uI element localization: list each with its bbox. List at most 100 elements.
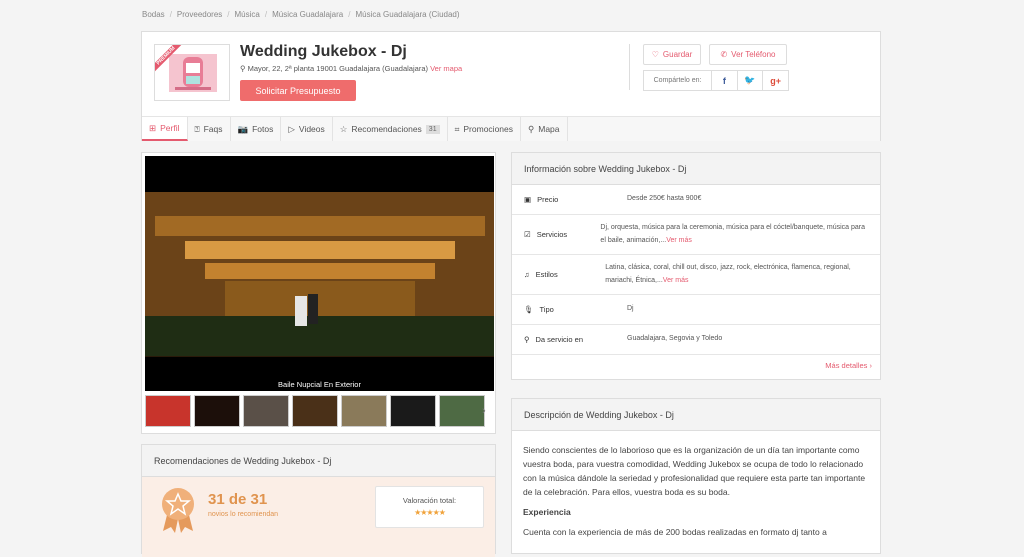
tab-label: Perfil <box>160 123 180 133</box>
more-details-link[interactable]: Más detalles › <box>825 361 872 370</box>
facebook-icon[interactable]: f <box>711 71 737 90</box>
tab-recomendaciones[interactable]: ☆ Recomendaciones 31 <box>333 117 448 141</box>
phone-button[interactable]: ✆ Ver Teléfono <box>709 44 787 65</box>
info-label: Tipo <box>539 305 554 314</box>
info-row: ⚲ Da servicio en Guadalajara, Segovia y T… <box>512 325 880 355</box>
breadcrumb-item[interactable]: Proveedores <box>177 10 222 19</box>
share-label: Compártelo en: <box>653 77 702 84</box>
info-row: ♫ Estilos Latina, clásica, coral, chill o… <box>512 255 880 295</box>
camera-icon: 📷 <box>237 123 249 134</box>
info-value: Dj, orquesta, música para la ceremonia, … <box>600 224 865 244</box>
phone-label: Ver Teléfono <box>731 50 776 59</box>
info-row: ▣ Precio Desde 250€ hasta 900€ <box>512 185 880 215</box>
description-panel: Descripción de Wedding Jukebox - Dj Sien… <box>511 398 881 554</box>
tab-promociones[interactable]: ⌗ Promociones <box>448 117 521 141</box>
thumbnail[interactable] <box>145 395 191 427</box>
music-icon: ♫ <box>524 270 530 279</box>
divider <box>629 44 630 90</box>
main-photo[interactable]: Baile Nupcial En Exterior <box>145 156 494 391</box>
thumbnail[interactable] <box>390 395 436 427</box>
grid-icon: ⊞ <box>149 122 157 133</box>
save-button[interactable]: ♡ Guardar <box>643 44 701 65</box>
twitter-icon[interactable]: 🐦 <box>736 71 763 90</box>
vendor-address: ⚲ Mayor, 22, 2ª planta 19001 Guadalajara… <box>240 64 462 73</box>
thumbnail[interactable] <box>243 395 289 427</box>
thumbnail[interactable] <box>439 395 485 427</box>
share-bar: Compártelo en: f 🐦 g+ <box>643 70 789 91</box>
info-label: Servicios <box>536 230 568 239</box>
thumbnail[interactable] <box>194 395 240 427</box>
info-panel: Información sobre Wedding Jukebox - Dj ▣… <box>511 152 881 380</box>
question-icon: ⍰ <box>194 123 200 134</box>
recommendations-summary: 31 de 31 novios lo recomiendan Valoració… <box>142 477 495 557</box>
request-quote-button[interactable]: Solicitar Presupuesto <box>240 80 356 101</box>
profile-tabs: ⊞ Perfil ⍰ Faqs 📷 Fotos ▷ Videos ☆ Recomendac… <box>142 116 880 141</box>
info-label: Precio <box>537 195 559 204</box>
chevron-right-icon: › <box>869 361 873 370</box>
recommendation-subtitle: novios lo recomiendan <box>208 511 279 518</box>
check-icon: ☑ <box>524 230 531 239</box>
rating-box: Valoración total: ★★★★★ <box>375 486 484 528</box>
pin-icon: ⚲ <box>240 64 246 73</box>
tag-icon: ⌗ <box>454 123 460 134</box>
tab-label: Videos <box>298 124 325 134</box>
tab-label: Promociones <box>463 124 513 134</box>
googleplus-icon[interactable]: g+ <box>762 71 788 90</box>
breadcrumb: Bodas / Proveedores / Música / Música Guada… <box>142 10 460 19</box>
phone-icon: ✆ <box>720 50 728 59</box>
info-title: Información sobre Wedding Jukebox - Dj <box>512 153 880 185</box>
star-icon: ☆ <box>339 123 348 134</box>
pin-icon: ⚲ <box>528 123 535 134</box>
address-text: Mayor, 22, 2ª planta 19001 Guadalajara (… <box>247 64 428 73</box>
info-value: Dj <box>627 305 634 313</box>
tab-label: Mapa <box>538 124 560 134</box>
tab-perfil[interactable]: ⊞ Perfil <box>142 117 188 141</box>
tab-faqs[interactable]: ⍰ Faqs <box>188 117 231 141</box>
vendor-logo: PREMIUM <box>154 44 230 101</box>
pin-icon: ⚲ <box>524 335 530 344</box>
tab-mapa[interactable]: ⚲ Mapa <box>521 117 568 141</box>
info-value: Latina, clásica, coral, chill out, disco… <box>605 264 851 284</box>
heart-icon: ♡ <box>651 50 659 59</box>
breadcrumb-item[interactable]: Música Guadalajara <box>272 10 343 19</box>
thumbnail-strip <box>145 395 485 429</box>
recommendations-title: Recomendaciones de Wedding Jukebox - Dj <box>142 445 495 477</box>
more-details-label: Más detalles <box>825 361 868 370</box>
rating-label: Valoración total: <box>402 496 457 505</box>
recommendation-score: 31 de 31 <box>208 491 268 508</box>
vendor-name: Wedding Jukebox - Dj <box>240 43 407 60</box>
tab-label: Recomendaciones <box>351 124 422 134</box>
count-badge: 31 <box>425 124 440 134</box>
breadcrumb-item[interactable]: Bodas <box>142 10 165 19</box>
tab-label: Faqs <box>203 124 223 134</box>
description-text-2: Cuenta con la experiencia de más de 200 … <box>523 527 827 537</box>
save-label: Guardar <box>662 50 693 59</box>
chevron-right-icon[interactable]: › <box>482 405 486 417</box>
breadcrumb-item[interactable]: Música <box>235 10 260 19</box>
info-value: Guadalajara, Segovia y Toledo <box>627 335 723 343</box>
mic-icon: 🎙 <box>524 305 534 314</box>
vendor-header: PREMIUM Wedding Jukebox - Dj ⚲ Mayor, 22… <box>141 31 881 141</box>
info-label: Estilos <box>535 270 558 279</box>
breadcrumb-item[interactable]: Música Guadalajara (Ciudad) <box>355 10 459 19</box>
description-subheading: Experiencia <box>523 507 571 517</box>
description-title: Descripción de Wedding Jukebox - Dj <box>512 399 880 431</box>
play-icon: ▷ <box>288 123 295 134</box>
photo-gallery: Baile Nupcial En Exterior › <box>141 152 496 434</box>
info-row: ☑ Servicios Dj, orquesta, música para la … <box>512 215 880 255</box>
see-more-link[interactable]: Ver más <box>663 277 689 284</box>
photo-caption: Baile Nupcial En Exterior <box>278 380 361 389</box>
description-text: Siendo conscientes de lo laborioso que e… <box>523 445 866 497</box>
thumbnail[interactable] <box>292 395 338 427</box>
info-row: 🎙 Tipo Dj <box>512 295 880 325</box>
see-more-link[interactable]: Ver más <box>666 237 692 244</box>
tab-fotos[interactable]: 📷 Fotos <box>231 117 282 141</box>
tab-label: Fotos <box>252 124 274 134</box>
info-label: Da servicio en <box>535 335 584 344</box>
thumbnail[interactable] <box>341 395 387 427</box>
tab-videos[interactable]: ▷ Videos <box>281 117 333 141</box>
rating-stars: ★★★★★ <box>414 508 446 517</box>
medal-icon <box>162 488 194 533</box>
money-icon: ▣ <box>524 195 532 204</box>
map-link[interactable]: Ver mapa <box>430 64 462 73</box>
